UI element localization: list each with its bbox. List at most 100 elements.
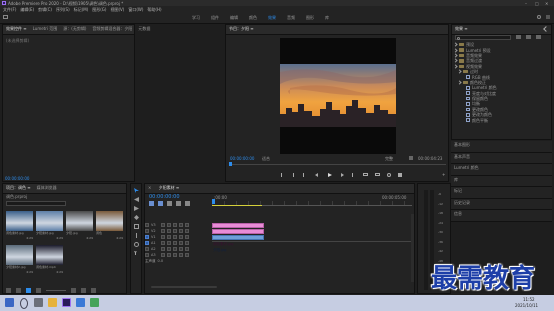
lock-icon[interactable]	[161, 247, 165, 251]
source-timecode[interactable]: 00:00:00:00	[5, 176, 29, 181]
timeline-settings-icon[interactable]	[176, 201, 181, 206]
side-panel-0[interactable]: 基本图形	[451, 141, 552, 153]
workspace-tab-1[interactable]: 组件	[211, 15, 219, 20]
sync-icon[interactable]	[167, 229, 171, 233]
mute-icon[interactable]	[173, 253, 177, 257]
solo-icon[interactable]	[179, 247, 183, 251]
panel-expand-icon[interactable]	[543, 26, 549, 32]
sync-icon[interactable]	[167, 223, 171, 227]
search-icon[interactable]	[20, 298, 28, 309]
app-icon[interactable]	[90, 298, 99, 307]
project-item[interactable]: 夕阳素材.jpg 4:29	[36, 211, 63, 243]
mic-icon[interactable]	[185, 253, 189, 257]
menu-item-3[interactable]: 序列(S)	[56, 7, 70, 12]
minimize-button[interactable]: –	[525, 1, 527, 6]
home-icon[interactable]	[3, 15, 8, 19]
sync-icon[interactable]	[167, 241, 171, 245]
workspace-tab-7[interactable]: 库	[325, 15, 329, 20]
workspace-tab-2[interactable]: 编辑	[230, 15, 238, 20]
track-select-icon[interactable]	[134, 197, 139, 202]
quality-dropdown[interactable]: 完整	[385, 156, 393, 161]
premiere-taskbar-icon[interactable]	[62, 298, 71, 307]
source-tab-2[interactable]: 源：(无剪辑)	[60, 26, 89, 31]
menu-item-2[interactable]: 剪辑(C)	[38, 7, 52, 12]
lock-icon[interactable]	[161, 253, 165, 257]
project-item[interactable]: 夕阳.jpg 4:29	[66, 211, 93, 243]
side-panel-5[interactable]: 历史记录	[451, 198, 552, 210]
quick-export-icon[interactable]	[546, 15, 550, 19]
project-item[interactable]: 调色素材.jpg 4:29	[6, 211, 33, 243]
insert-icon[interactable]	[363, 173, 368, 176]
eye-icon[interactable]	[173, 223, 177, 227]
track-target-toggle[interactable]	[145, 247, 149, 251]
lock-icon[interactable]	[161, 223, 165, 227]
project-item[interactable]: 调色 4:29	[96, 211, 123, 243]
tab-program[interactable]: 节目：夕阳 ≡	[226, 26, 257, 31]
search-icon[interactable]	[537, 15, 541, 19]
menu-item-6[interactable]: 视图(V)	[110, 7, 124, 12]
effects-search-input[interactable]	[455, 35, 511, 40]
solo-icon[interactable]	[179, 241, 183, 245]
icon-view-icon[interactable]	[26, 288, 31, 293]
master-volume[interactable]: 0.0	[158, 259, 164, 264]
source-tab-4[interactable]: 元数据	[135, 26, 153, 31]
side-panel-6[interactable]: 信息	[451, 210, 552, 222]
zoom-slider[interactable]	[46, 290, 66, 291]
workspace-tab-3[interactable]: 颜色	[249, 15, 257, 20]
lock-icon[interactable]	[161, 241, 165, 245]
timeline-timecode[interactable]: 00:00:00:00	[149, 194, 180, 200]
32bit-effects-icon[interactable]	[526, 35, 531, 39]
effect-tree-item[interactable]: 颜色平衡	[454, 117, 551, 123]
sync-icon[interactable]	[167, 247, 171, 251]
spacer[interactable]	[185, 235, 189, 239]
clip-v2[interactable]: 调色素材.jpg	[212, 229, 264, 246]
menu-item-1[interactable]: 编辑(E)	[20, 7, 34, 12]
tab-sequence[interactable]: 夕阳素材 ≡	[156, 185, 183, 190]
yuv-effects-icon[interactable]	[536, 35, 541, 39]
workspace-tab-5[interactable]: 音频	[287, 15, 295, 20]
timeline-vertical-scrollbar[interactable]	[411, 214, 414, 282]
mute-icon[interactable]	[173, 247, 177, 251]
timeline-close-icon[interactable]: ×	[145, 185, 154, 190]
track-target-toggle[interactable]	[145, 223, 149, 227]
spacer[interactable]	[185, 229, 189, 233]
start-icon[interactable]	[5, 298, 14, 307]
menu-item-8[interactable]: 帮助(H)	[147, 7, 161, 12]
add-button-icon[interactable]: +	[442, 172, 445, 177]
source-tab-0[interactable]: 效果控件 ≡	[3, 26, 30, 31]
mark-in-icon[interactable]	[281, 173, 282, 177]
solo-icon[interactable]	[179, 253, 183, 257]
overwrite-icon[interactable]	[375, 173, 380, 176]
project-tab-0[interactable]: 项目：调色 ≡	[3, 185, 34, 190]
eye-icon[interactable]	[173, 229, 177, 233]
spacer[interactable]	[179, 235, 183, 239]
timeline-zoom-scroll[interactable]	[151, 286, 217, 288]
step-back-icon[interactable]	[315, 173, 318, 177]
lock-icon[interactable]	[6, 288, 11, 293]
workspace-tab-0[interactable]: 学习	[192, 15, 200, 20]
list-view-icon[interactable]	[16, 288, 21, 293]
selection-tool-icon[interactable]	[134, 188, 139, 193]
playhead-marker[interactable]	[229, 162, 232, 166]
playback-scrubber[interactable]	[230, 164, 446, 165]
track-target-toggle[interactable]	[145, 241, 149, 245]
sync-icon[interactable]	[167, 253, 171, 257]
accelerated-effects-icon[interactable]	[516, 35, 521, 39]
clip-v3[interactable]: 夕阳素材2.jpg	[212, 223, 264, 240]
eye-icon[interactable]	[173, 235, 177, 239]
wrench-icon[interactable]	[409, 156, 413, 160]
project-item[interactable]: 夕阳素材2.jpg 4:29	[6, 245, 33, 277]
type-tool-icon[interactable]: T	[134, 251, 139, 256]
track-target-toggle[interactable]	[145, 253, 149, 257]
go-to-out-icon[interactable]	[352, 173, 353, 177]
track-target-toggle[interactable]	[145, 235, 149, 239]
new-bin-icon[interactable]	[71, 288, 76, 293]
side-panel-1[interactable]: 基本声音	[451, 152, 552, 164]
track-target-toggle[interactable]	[145, 229, 149, 233]
trash-icon[interactable]	[91, 288, 96, 293]
sync-icon[interactable]	[167, 235, 171, 239]
new-item-icon[interactable]	[81, 288, 86, 293]
side-panel-4[interactable]: 标记	[451, 187, 552, 199]
hand-tool-icon[interactable]	[134, 242, 139, 247]
mark-out-icon[interactable]	[293, 173, 294, 177]
